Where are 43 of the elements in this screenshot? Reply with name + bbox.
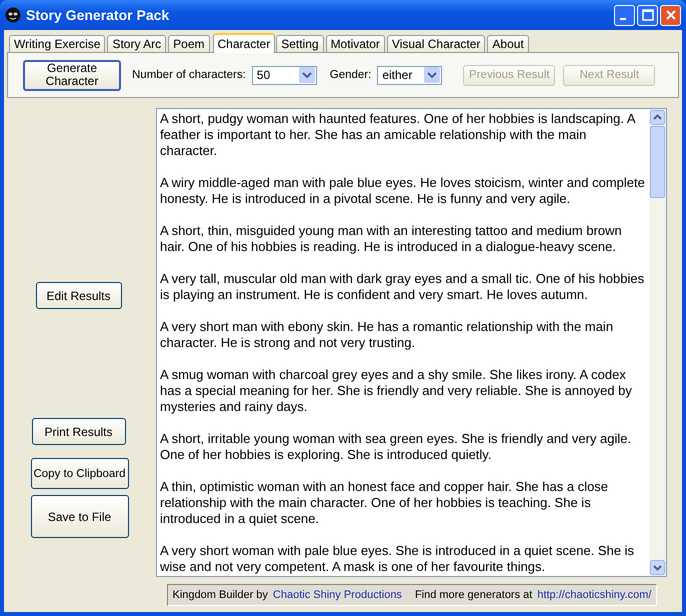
- tab[interactable]: Visual Character: [386, 35, 486, 52]
- more-text: Find more generators at: [414, 589, 532, 601]
- window-title: Story Generator Pack: [26, 7, 170, 23]
- character-description: A smug woman with charcoal grey eyes and a shy smile. She likes irony. A codex has a special meaning for her. She is friendly and very reliable. She is annoyed by mysteries and rainy days.: [160, 367, 633, 415]
- action-button[interactable]: Edit Results: [36, 282, 122, 309]
- tab[interactable]: Setting: [276, 35, 324, 52]
- scroll-down-button[interactable]: [650, 560, 665, 575]
- character-description: A very tall, muscular old man with dark gray eyes and a small tic. One of his hobbies is playing an instrument. He is confident and very smart. He loves autumn.: [160, 271, 645, 303]
- close-icon: [664, 9, 676, 21]
- action-button[interactable]: Print Results: [32, 418, 126, 445]
- character-description: A thin, optimistic woman with an honest face and copper hair. She has a close relationship with the main character. One of her hobbies is teaching. She is introduced in a quiet scene.: [160, 479, 610, 527]
- credit-text: Kingdom Builder by: [172, 589, 268, 601]
- character-description: A short, thin, misguided young man with an interesting tattoo and medium brown hair. One of his hobbies is reading. He is introduced in a dialogue-heavy scene.: [160, 223, 623, 255]
- tab[interactable]: Story Arc: [107, 35, 166, 52]
- maximize-icon: [642, 9, 654, 21]
- maximize-button[interactable]: [637, 4, 658, 26]
- scrollbar-thumb[interactable]: [650, 126, 665, 198]
- generate-button[interactable]: Generate Character: [23, 60, 121, 90]
- minimize-button[interactable]: [614, 4, 635, 26]
- website-link[interactable]: http://chaoticshiny.com/: [537, 589, 652, 601]
- minimize-icon: [620, 18, 626, 20]
- close-button[interactable]: [660, 4, 681, 26]
- tab[interactable]: Writing Exercise: [9, 35, 106, 52]
- action-button[interactable]: Save to File: [30, 495, 128, 538]
- character-description: A short, pudgy woman with haunted features. One of her hobbies is landscaping. A feather is important to her. She has an amicable relationship with the main character.: [160, 111, 636, 159]
- app-icon: [5, 7, 21, 23]
- count-label: Number of characters:: [132, 69, 246, 81]
- tab[interactable]: Motivator: [326, 35, 385, 52]
- character-description: A very short man with ebony skin. He has a romantic relationship with the main character. He is strong and not very trusting.: [160, 319, 614, 351]
- gender-dropdown[interactable]: either: [377, 66, 442, 84]
- character-description: A wiry middle-aged man with pale blue eyes. He loves stoicism, winter and complete honesty. He is introduced in a pivotal scene. He is funny and very agile.: [160, 175, 645, 207]
- action-button[interactable]: Copy to Clipboard: [30, 458, 128, 489]
- tab[interactable]: Character: [212, 33, 276, 53]
- tab[interactable]: About: [487, 35, 529, 52]
- results-text-area[interactable]: [156, 108, 667, 577]
- count-dropdown[interactable]: 50: [252, 66, 317, 84]
- scroll-up-button[interactable]: [650, 110, 665, 125]
- tab[interactable]: Poem: [168, 35, 210, 52]
- character-description: A short, irritable young woman with sea green eyes. She is friendly and very agile. One of her hobbies is exploring. She is introduced quietly.: [160, 431, 632, 463]
- credit-link[interactable]: Chaotic Shiny Productions: [272, 589, 402, 601]
- gender-label: Gender:: [330, 69, 372, 81]
- scrollbar[interactable]: [649, 109, 666, 576]
- character-description: A very short woman with pale blue eyes. She is introduced in a quiet scene. She is wise and not very competent. A mask is one of her favourite things.: [160, 543, 636, 575]
